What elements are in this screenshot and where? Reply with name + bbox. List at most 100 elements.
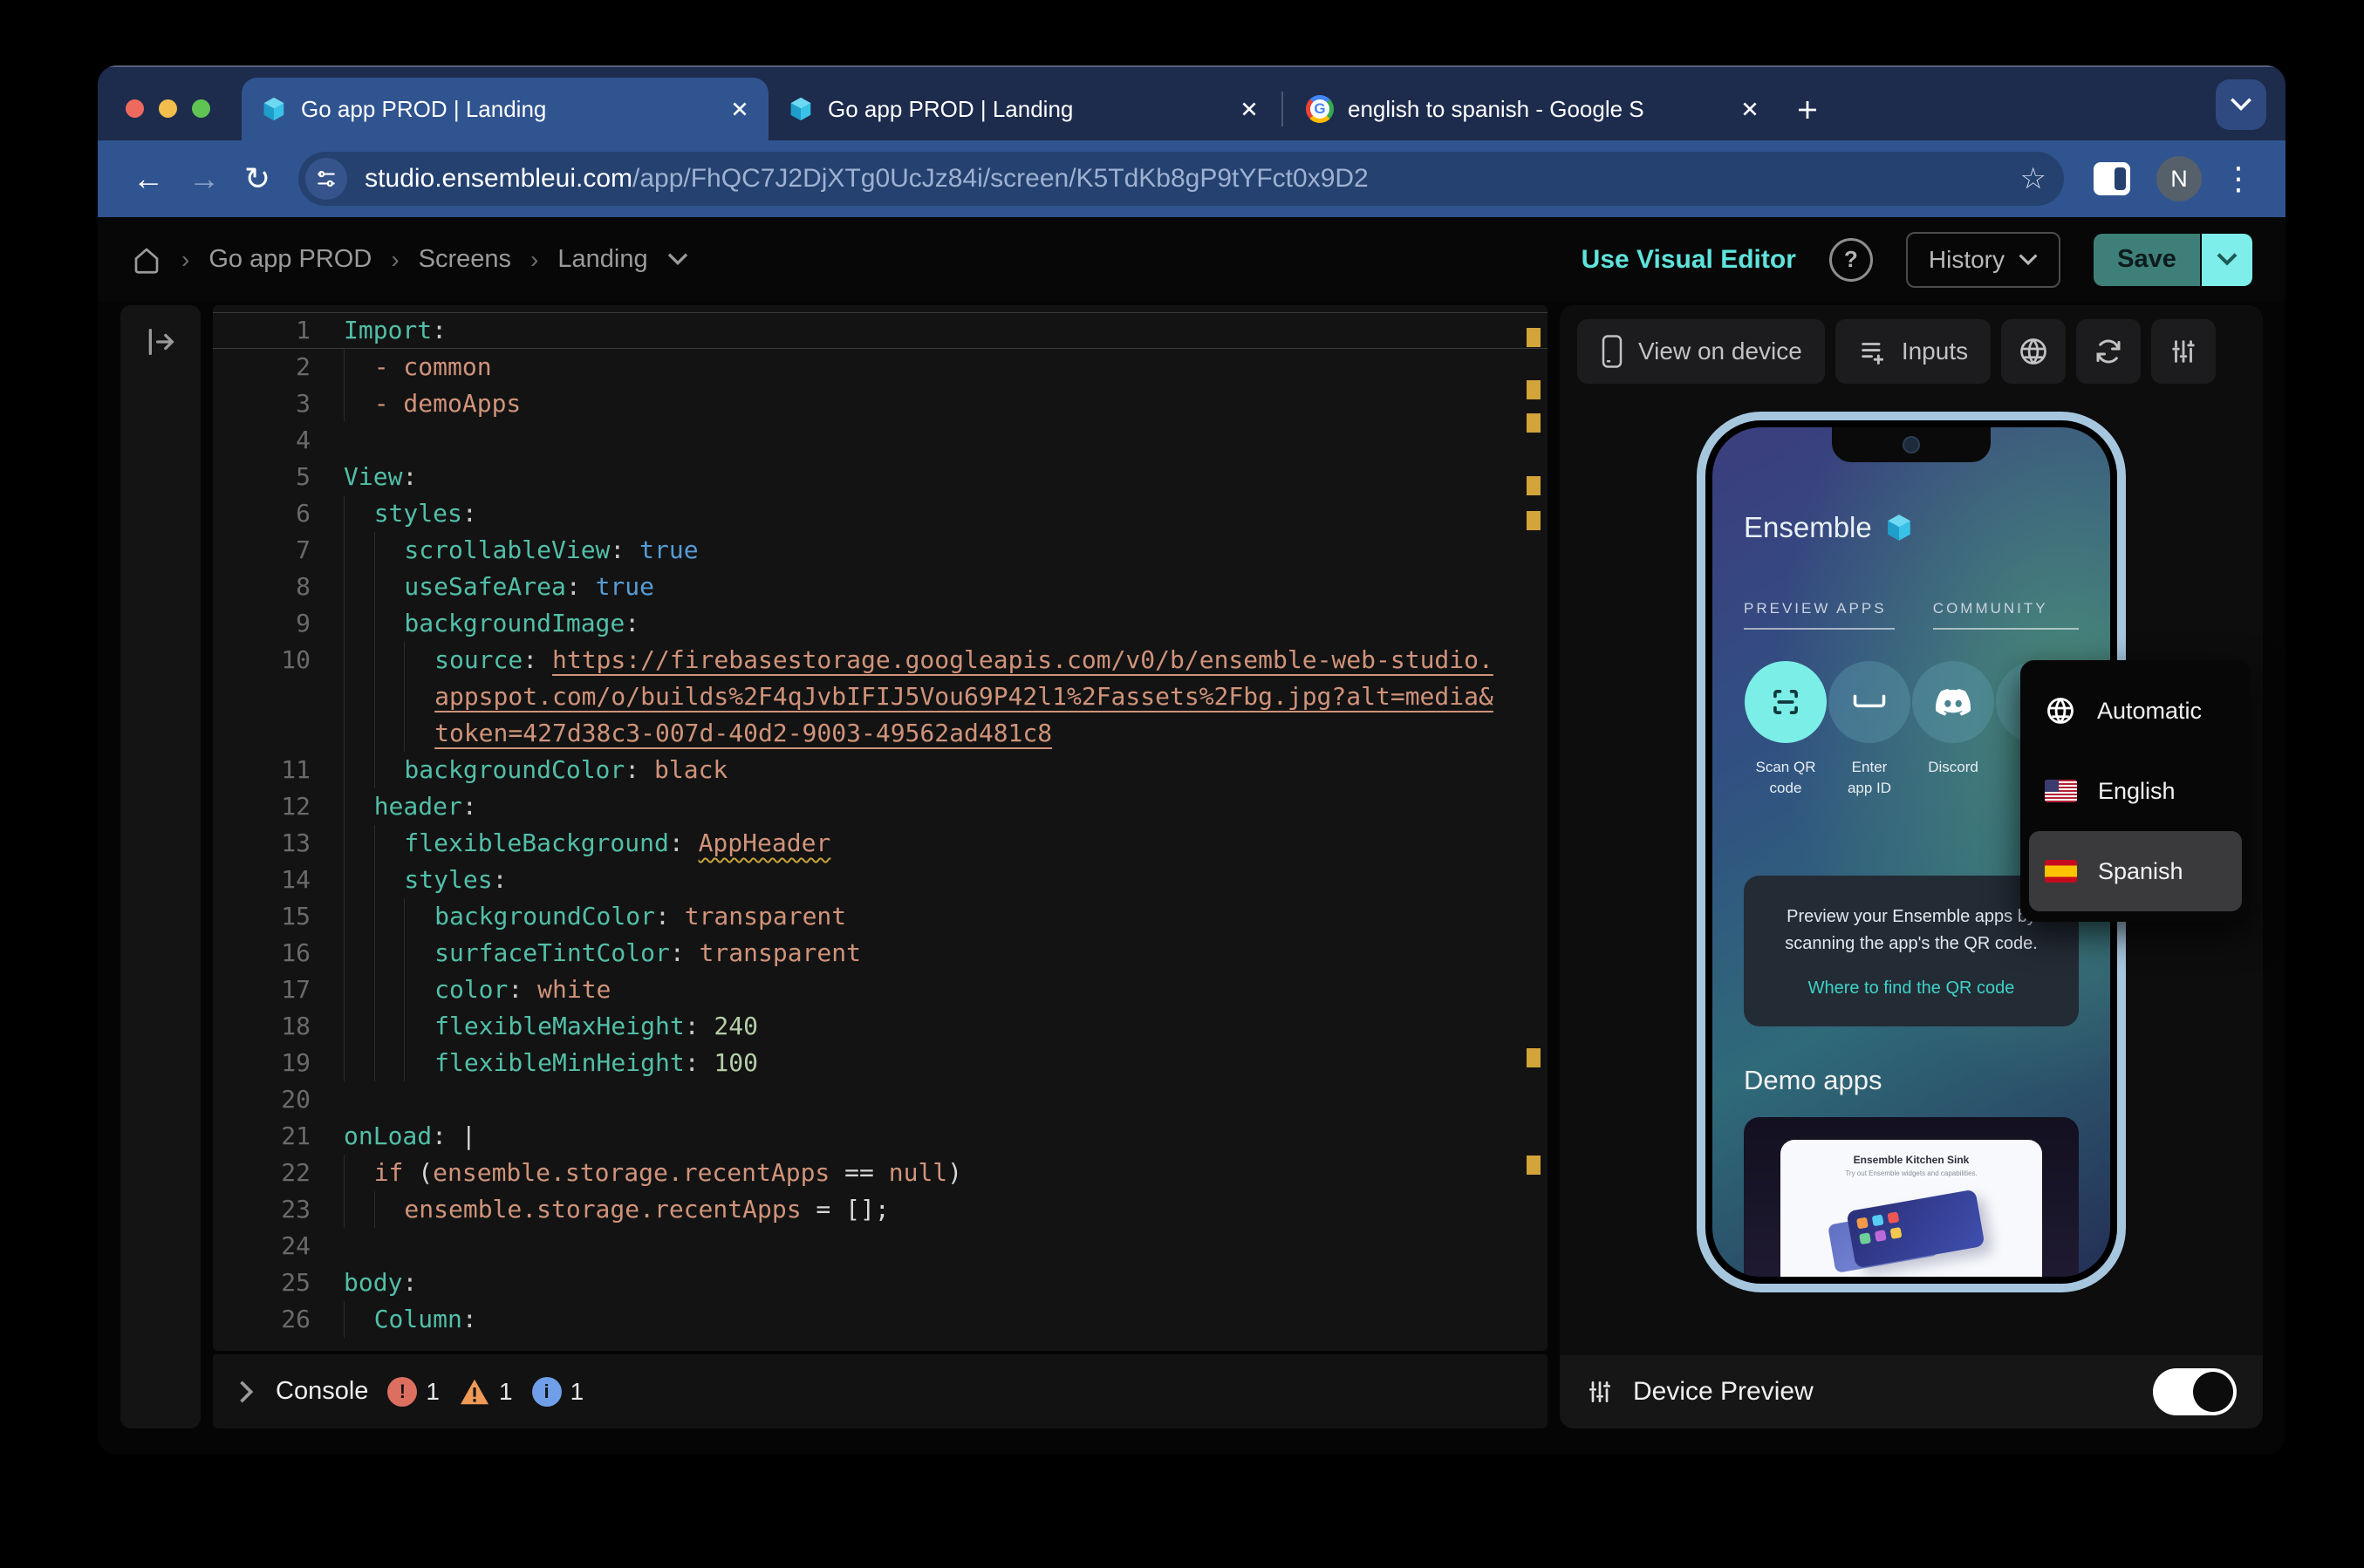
code-line[interactable]: 10source: https://firebasestorage.google… [213,642,1548,678]
bookmark-star-icon[interactable]: ☆ [2006,161,2046,196]
inputs-button[interactable]: Inputs [1835,319,1991,384]
error-badge[interactable]: ! 1 [387,1377,440,1407]
code-line[interactable]: 13flexibleBackground: AppHeader [213,825,1548,862]
help-icon[interactable]: ? [1829,238,1873,282]
site-settings-icon[interactable] [305,158,347,200]
code-line[interactable]: 22if (ensemble.storage.recentApps == nul… [213,1155,1548,1191]
dropdown-item-label: English [2098,778,2176,805]
breadcrumb-separator: › [181,246,189,274]
warning-badge[interactable]: 1 [459,1378,513,1406]
code-line[interactable]: 8useSafeArea: true [213,569,1548,605]
line-number [213,678,344,715]
code-line[interactable]: 5View: [213,459,1548,495]
code-line[interactable]: 6styles: [213,495,1548,532]
console-bar[interactable]: Console ! 1 1 i [213,1353,1548,1428]
use-visual-editor-link[interactable]: Use Visual Editor [1582,245,1796,275]
line-number: 8 [213,569,344,605]
back-button[interactable]: ← [120,163,176,194]
demo-app-card[interactable]: Ensemble Kitchen Sink Try out Ensemble w… [1744,1117,2079,1277]
code-line[interactable]: 16surfaceTintColor: transparent [213,935,1548,971]
code-line[interactable]: 12header: [213,788,1548,825]
language-dropdown: Automatic English Spanish [2020,660,2251,922]
code-line[interactable]: 25body: [213,1265,1548,1301]
info-badge[interactable]: i 1 [532,1377,584,1407]
save-button[interactable]: Save [2094,234,2200,286]
code-line[interactable]: appspot.com/o/builds%2F4qJvbIFIJ5Vou69P4… [213,678,1548,715]
close-tab-icon[interactable] [730,99,749,119]
code-line[interactable]: 15backgroundColor: transparent [213,898,1548,935]
code-line[interactable]: 17color: white [213,971,1548,1008]
language-button[interactable] [2001,319,2066,384]
line-number: 24 [213,1228,344,1265]
breadcrumb-screens[interactable]: Screens [419,245,511,274]
dropdown-item-automatic[interactable]: Automatic [2029,671,2242,751]
line-number: 5 [213,459,344,495]
code-line[interactable]: 7scrollableView: true [213,532,1548,569]
url-text[interactable]: studio.ensembleui.com/app/FhQC7J2DjXTg0U… [365,164,1369,194]
profile-avatar[interactable]: N [2156,156,2202,201]
chevron-right-icon[interactable] [237,1381,256,1403]
close-window-button[interactable] [126,99,144,118]
scan-qr-action[interactable]: Scan QR code [1744,661,1828,799]
code-line[interactable]: token=427d38c3-007d-40d2-9003-49562ad481… [213,715,1548,752]
chevron-down-icon[interactable] [667,253,688,266]
line-number: 18 [213,1008,344,1045]
code-line[interactable]: 19flexibleMinHeight: 100 [213,1045,1548,1081]
code-line[interactable]: 9backgroundImage: [213,605,1548,642]
code-line[interactable]: 21onLoad: | [213,1118,1548,1155]
code-line[interactable]: 26Column: [213,1301,1548,1338]
code-line[interactable]: 14styles: [213,862,1548,898]
qr-info-link[interactable]: Where to find the QR code [1773,978,2049,999]
history-label: History [1929,246,2005,274]
code-line[interactable]: 20 [213,1081,1548,1118]
view-on-device-button[interactable]: View on device [1577,319,1825,384]
new-tab-button[interactable] [1794,97,1821,123]
minimize-window-button[interactable] [159,99,177,118]
preview-toolbar: View on device Inputs [1577,319,2245,384]
code-line[interactable]: 11backgroundColor: black [213,752,1548,788]
discord-action[interactable]: Discord [1911,661,1995,799]
line-number: 14 [213,862,344,898]
save-options-button[interactable] [2202,234,2252,286]
dropdown-item-label: Automatic [2097,698,2202,725]
overview-ruler-marker [1527,413,1541,433]
inputs-label: Inputs [1902,337,1968,365]
dropdown-item-spanish[interactable]: Spanish [2029,831,2242,911]
reload-button[interactable]: ↻ [232,163,283,194]
close-tab-icon[interactable] [1240,99,1259,119]
browser-menu-button[interactable]: ⋮ [2214,160,2263,197]
breadcrumb-app[interactable]: Go app PROD [208,245,372,274]
tab-3[interactable]: G english to spanish - Google S [1287,78,1779,140]
history-button[interactable]: History [1906,232,2060,288]
line-number: 17 [213,971,344,1008]
home-icon[interactable] [131,244,162,276]
code-line[interactable]: 2- common [213,349,1548,385]
code-line[interactable]: 1Import: [213,312,1548,349]
close-tab-icon[interactable] [1740,99,1759,119]
device-notch [1832,427,1991,462]
side-panel-button[interactable] [2094,162,2130,195]
dropdown-item-english[interactable]: English [2029,751,2242,831]
tab-2[interactable]: Go app PROD | Landing [769,78,1278,140]
code-line[interactable]: 3- demoApps [213,385,1548,422]
code-line[interactable]: 23ensemble.storage.recentApps = []; [213,1191,1548,1228]
preview-settings-button[interactable] [2151,319,2216,384]
forward-button[interactable]: → [176,163,232,194]
refresh-button[interactable] [2076,319,2141,384]
code-line[interactable]: 4 [213,422,1548,459]
code-line[interactable]: 24 [213,1228,1548,1265]
enter-app-id-action[interactable]: Enter app ID [1828,661,1911,799]
address-bar[interactable]: studio.ensembleui.com/app/FhQC7J2DjXTg0U… [298,152,2064,206]
ensemble-favicon-icon [788,96,814,122]
tab-1[interactable]: Go app PROD | Landing [242,78,769,140]
tab-search-button[interactable] [2216,79,2266,130]
camera-dot [1903,436,1920,453]
expand-panel-button[interactable] [143,324,178,1428]
zoom-window-button[interactable] [192,99,210,118]
code-line[interactable]: 18flexibleMaxHeight: 240 [213,1008,1548,1045]
device-preview-toggle[interactable] [2153,1368,2237,1415]
code-editor[interactable]: 1Import:2- common3- demoApps45View:6styl… [213,305,1548,1351]
tune-icon [1586,1378,1614,1406]
demo-apps-heading: Demo apps [1744,1065,2079,1096]
breadcrumb-screen-name[interactable]: Landing [557,245,647,274]
